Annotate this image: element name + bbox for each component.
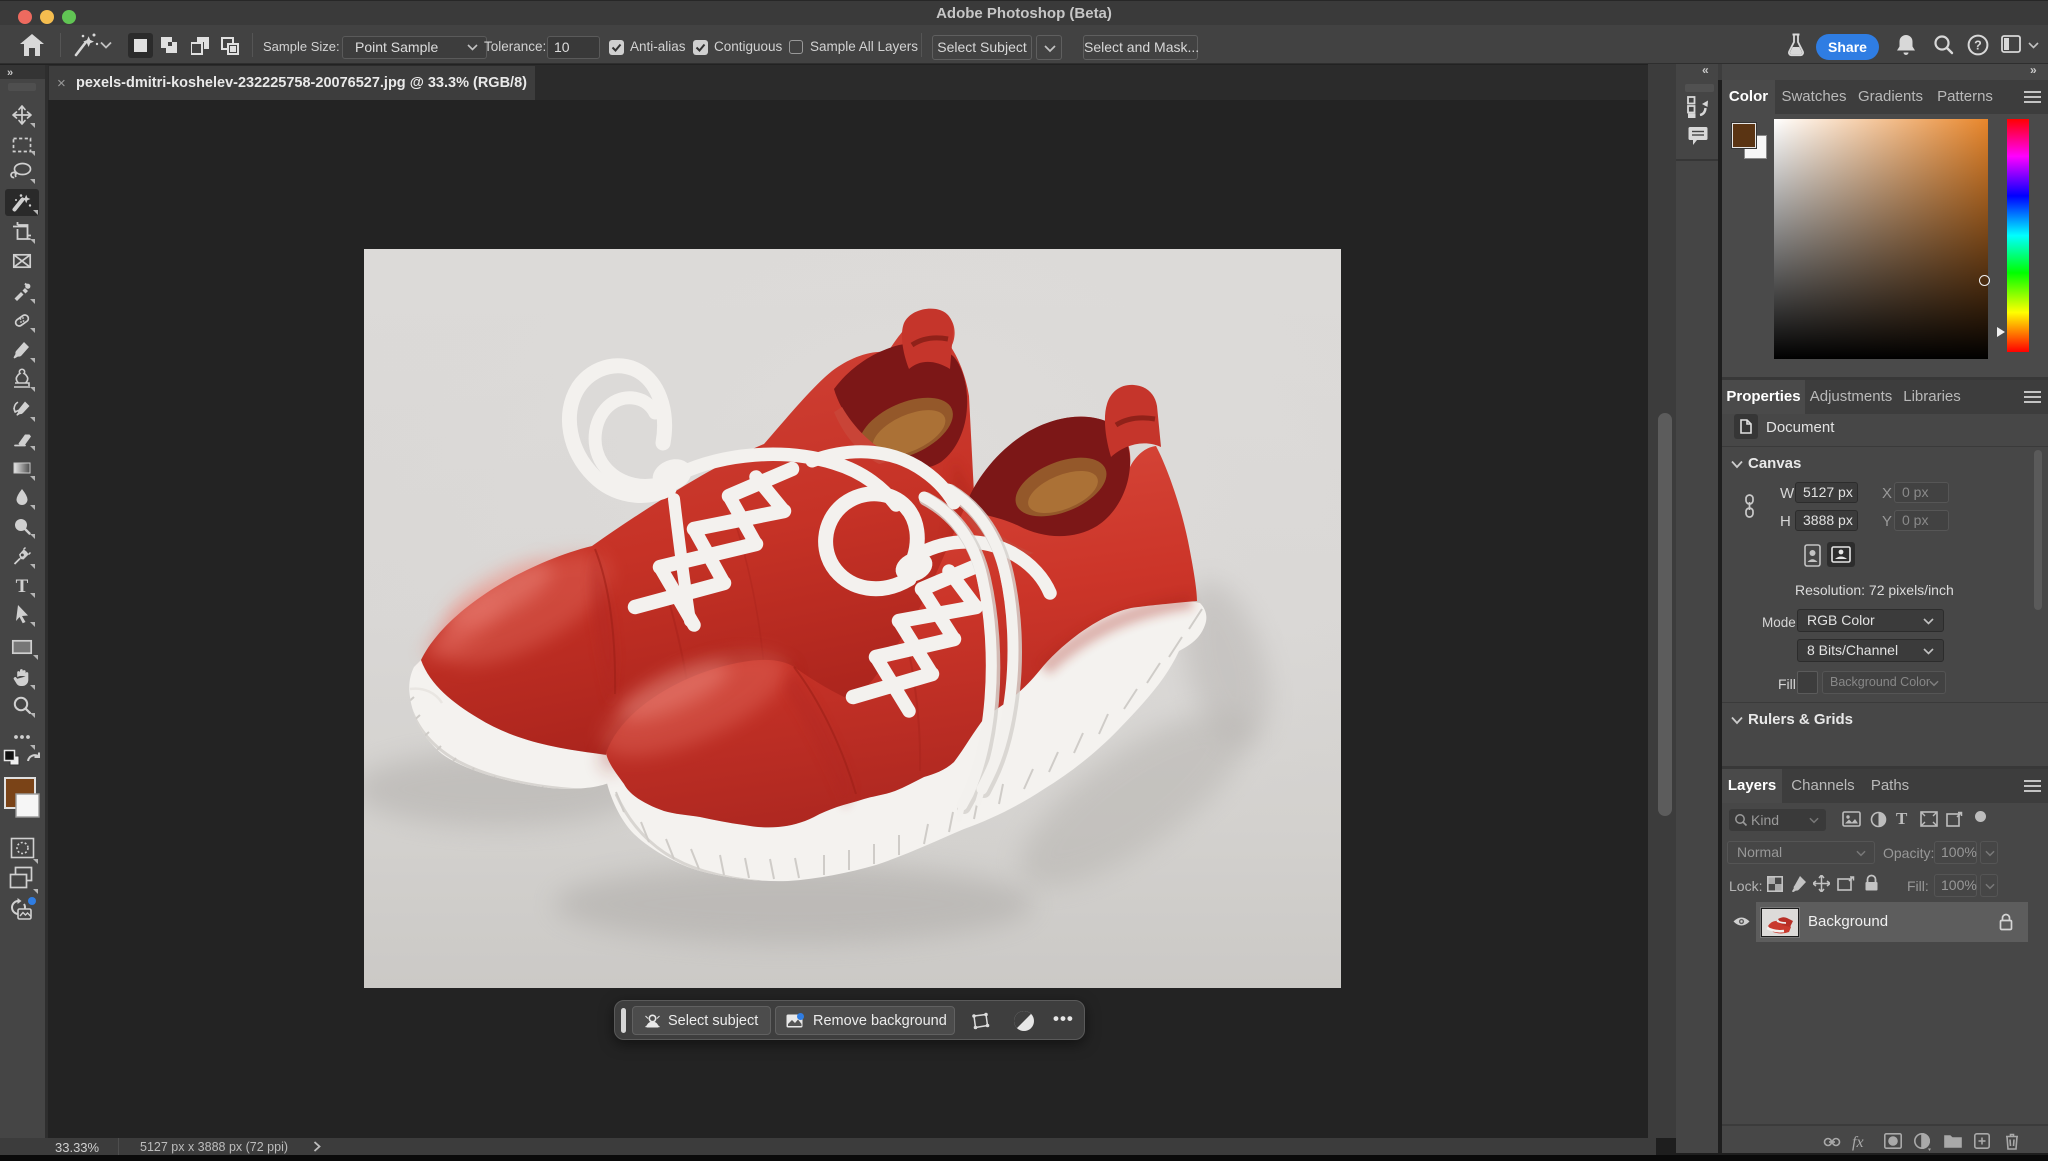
svg-text:T: T [16, 576, 29, 597]
svg-text:fx: fx [1852, 1134, 1864, 1151]
svg-text:?: ? [1974, 39, 1982, 53]
